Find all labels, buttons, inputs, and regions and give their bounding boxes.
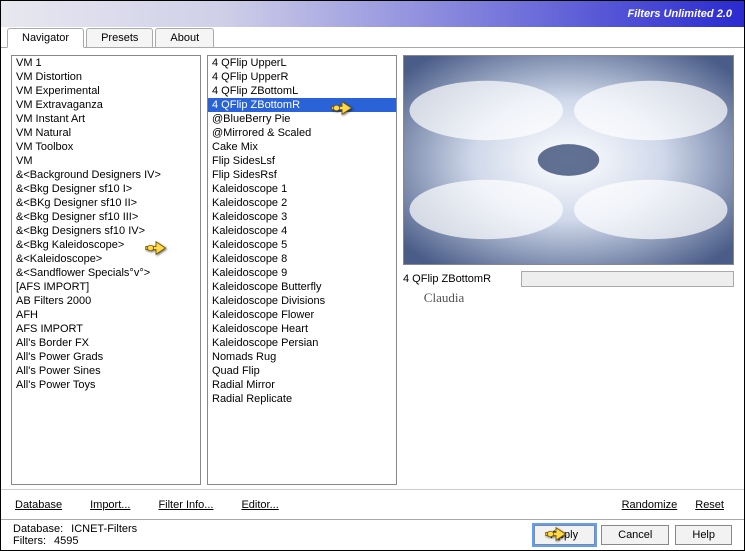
list-item[interactable]: Kaleidoscope 4	[208, 224, 396, 238]
list-item[interactable]: Kaleidoscope 5	[208, 238, 396, 252]
list-item[interactable]: Flip SidesRsf	[208, 168, 396, 182]
list-item[interactable]: Cake Mix	[208, 140, 396, 154]
status-filters-value: 4595	[54, 535, 78, 547]
category-list[interactable]: VM 1VM DistortionVM ExperimentalVM Extra…	[11, 55, 201, 485]
help-button[interactable]: Help	[675, 525, 732, 545]
status-bar: Database: ICNET-Filters Filters: 4595 Appl…	[1, 519, 744, 549]
list-item[interactable]: Radial Replicate	[208, 392, 396, 406]
list-item[interactable]: All's Power Toys	[12, 378, 200, 392]
filter-info-button[interactable]: Filter Info...	[158, 499, 213, 511]
list-item[interactable]: Kaleidoscope 2	[208, 196, 396, 210]
list-item[interactable]: @BlueBerry Pie	[208, 112, 396, 126]
list-item[interactable]: &<Bkg Designer sf10 I>	[12, 182, 200, 196]
reset-button[interactable]: Reset	[695, 499, 724, 511]
list-item[interactable]: VM 1	[12, 56, 200, 70]
list-item[interactable]: AFH	[12, 308, 200, 322]
status-db-value: ICNET-Filters	[71, 523, 137, 535]
parameter-slider[interactable]	[521, 271, 734, 287]
list-item[interactable]: Kaleidoscope Heart	[208, 322, 396, 336]
list-item[interactable]: All's Border FX	[12, 336, 200, 350]
title-bar: Filters Unlimited 2.0	[1, 1, 744, 27]
list-item[interactable]: &<Bkg Designers sf10 IV>	[12, 224, 200, 238]
list-item[interactable]: All's Power Grads	[12, 350, 200, 364]
list-item[interactable]: VM Experimental	[12, 84, 200, 98]
list-item[interactable]: VM Extravaganza	[12, 98, 200, 112]
status-db-label: Database:	[13, 523, 63, 535]
list-item[interactable]: VM Natural	[12, 126, 200, 140]
list-item[interactable]: Nomads Rug	[208, 350, 396, 364]
list-item[interactable]: Radial Mirror	[208, 378, 396, 392]
parameter-row: 4 QFlip ZBottomR	[403, 271, 734, 287]
list-item[interactable]: Kaleidoscope Flower	[208, 308, 396, 322]
list-item[interactable]: AB Filters 2000	[12, 294, 200, 308]
list-item[interactable]: 4 QFlip ZBottomR	[208, 98, 396, 112]
list-item[interactable]: Kaleidoscope 8	[208, 252, 396, 266]
list-item[interactable]: Quad Flip	[208, 364, 396, 378]
list-item[interactable]: Kaleidoscope 1	[208, 182, 396, 196]
status-filters-label: Filters:	[13, 535, 46, 547]
list-item[interactable]: Flip SidesLsf	[208, 154, 396, 168]
list-item[interactable]: &<Kaleidoscope>	[12, 252, 200, 266]
list-item[interactable]: [AFS IMPORT]	[12, 280, 200, 294]
parameter-label: 4 QFlip ZBottomR	[403, 273, 513, 285]
list-item[interactable]: VM Instant Art	[12, 112, 200, 126]
list-item[interactable]: &<Bkg Kaleidoscope>	[12, 238, 200, 252]
list-item[interactable]: VM Toolbox	[12, 140, 200, 154]
list-item[interactable]: Kaleidoscope Butterfly	[208, 280, 396, 294]
tab-strip: NavigatorPresetsAbout	[1, 26, 744, 48]
list-item[interactable]: All's Power Sines	[12, 364, 200, 378]
list-item[interactable]: Kaleidoscope Persian	[208, 336, 396, 350]
preview-panel	[403, 55, 734, 265]
list-item[interactable]: Kaleidoscope 9	[208, 266, 396, 280]
cancel-button[interactable]: Cancel	[601, 525, 669, 545]
list-item[interactable]: Kaleidoscope 3	[208, 210, 396, 224]
database-button[interactable]: Database	[15, 499, 62, 511]
list-item[interactable]: &<Background Designers IV>	[12, 168, 200, 182]
list-item[interactable]: Kaleidoscope Divisions	[208, 294, 396, 308]
action-bar: Database Import... Filter Info... Editor…	[1, 489, 744, 519]
filter-list[interactable]: 4 QFlip UpperL4 QFlip UpperR4 QFlip ZBot…	[207, 55, 397, 485]
randomize-button[interactable]: Randomize	[622, 499, 678, 511]
status-info: Database: ICNET-Filters Filters: 4595	[13, 523, 137, 547]
tab-presets[interactable]: Presets	[86, 28, 153, 47]
import-button[interactable]: Import...	[90, 499, 130, 511]
list-item[interactable]: 4 QFlip UpperL	[208, 56, 396, 70]
preview-image	[404, 56, 733, 264]
editor-button[interactable]: Editor...	[241, 499, 278, 511]
list-item[interactable]: &<BKg Designer sf10 II>	[12, 196, 200, 210]
list-item[interactable]: 4 QFlip UpperR	[208, 70, 396, 84]
list-item[interactable]: 4 QFlip ZBottomL	[208, 84, 396, 98]
list-item[interactable]: VM Distortion	[12, 70, 200, 84]
list-item[interactable]: AFS IMPORT	[12, 322, 200, 336]
apply-button[interactable]: Apply	[534, 525, 596, 545]
tab-about[interactable]: About	[155, 28, 214, 47]
list-item[interactable]: &<Sandflower Specials°v°>	[12, 266, 200, 280]
app-title: Filters Unlimited 2.0	[627, 8, 732, 20]
tab-navigator[interactable]: Navigator	[7, 28, 84, 48]
list-item[interactable]: &<Bkg Designer sf10 III>	[12, 210, 200, 224]
list-item[interactable]: VM	[12, 154, 200, 168]
list-item[interactable]: @Mirrored & Scaled	[208, 126, 396, 140]
